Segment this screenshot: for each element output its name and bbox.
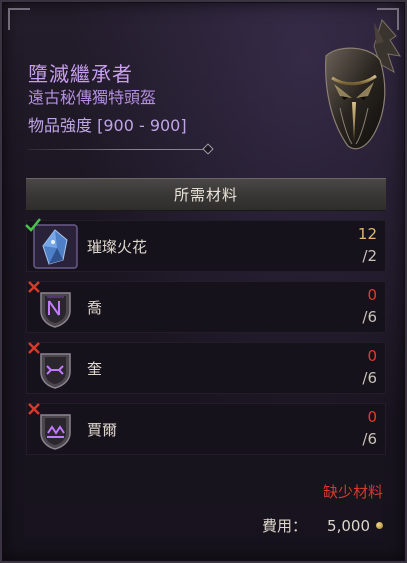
cost-display: 費用： 5,000 — [262, 515, 383, 536]
item-power: 物品強度 [900 - 900] — [28, 116, 187, 135]
helmet-icon — [325, 18, 402, 150]
frame-corner — [8, 8, 30, 30]
material-have: 0 — [367, 286, 377, 304]
material-row[interactable]: 奎 0 /6 — [26, 342, 386, 394]
gold-coin-icon — [376, 522, 383, 529]
item-type: 遠古秘傳獨特頭盔 — [28, 88, 157, 107]
material-have: 12 — [357, 225, 377, 243]
cross-icon — [28, 281, 40, 293]
material-have: 0 — [367, 408, 377, 426]
material-need: /6 — [362, 430, 377, 448]
check-icon — [25, 218, 41, 232]
material-row[interactable]: 璀璨火花 12 /2 — [25, 218, 386, 272]
material-name: 喬 — [87, 299, 103, 317]
cross-icon — [28, 403, 40, 415]
material-need: /6 — [362, 308, 377, 326]
material-name: 奎 — [87, 360, 103, 378]
item-name: 墮滅繼承者 — [28, 62, 133, 86]
material-name: 賈爾 — [87, 421, 118, 439]
material-need: /6 — [362, 369, 377, 387]
material-row[interactable]: 喬 0 /6 — [26, 281, 386, 333]
materials-header: 所需材料 — [26, 178, 386, 211]
item-tooltip-panel: 墮滅繼承者 遠古秘傳獨特頭盔 物品強度 [900 - 900] 所需材料 璀璨火… — [0, 0, 407, 563]
material-have: 0 — [367, 347, 377, 365]
materials-header-label: 所需材料 — [173, 186, 238, 204]
cross-icon — [28, 342, 40, 354]
missing-materials-warning: 缺少材料 — [322, 483, 383, 501]
material-row[interactable]: 賈爾 0 /6 — [26, 403, 386, 455]
material-name: 璀璨火花 — [87, 238, 148, 256]
divider — [28, 143, 214, 155]
material-need: /2 — [362, 247, 377, 265]
cost-value: 5,000 — [327, 516, 370, 535]
cost-label: 費用： — [262, 517, 308, 535]
